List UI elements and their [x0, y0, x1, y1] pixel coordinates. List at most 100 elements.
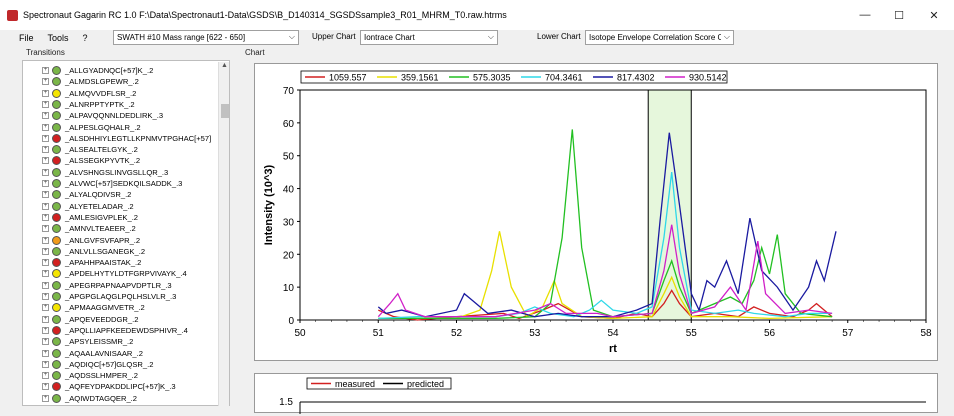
expand-icon[interactable]: + — [42, 67, 49, 74]
tree-item[interactable]: + _ALYETELADAR_.2 — [23, 201, 134, 212]
minimize-button[interactable]: — — [848, 0, 882, 30]
tree-item[interactable]: + _ALVWC[+57]SEDKQILSADDK_.3 — [23, 178, 182, 189]
tree-item[interactable]: + _AQIWDTAGQER_.2 — [23, 393, 137, 404]
tree-scrollbar[interactable]: ▲ — [218, 62, 229, 406]
transitions-tree[interactable]: + _ALLGYADNQC[+57]K_.2 + _ALMDSLGPEWR_.2 + _A… — [22, 60, 230, 406]
x-tick-label: 52 — [451, 328, 463, 339]
expand-icon[interactable]: + — [42, 349, 49, 357]
tree-item[interactable]: + _AQAALAVNISAAR_.2 — [23, 348, 143, 359]
upper-chart-select[interactable]: Iontrace Chart ⌵ — [360, 30, 498, 45]
tree-item[interactable]: + _ALPESLGQHALR_.2 — [23, 122, 141, 133]
tree-item[interactable]: + _ANLVLLSGANEGK_.2 — [23, 246, 145, 257]
status-dot-icon — [52, 133, 61, 143]
tree-item[interactable]: + _AQFEYDPAKDDLIPC[+57]K_.3 — [23, 381, 176, 392]
expand-icon[interactable]: + — [42, 134, 49, 142]
expand-icon[interactable]: + — [42, 315, 49, 323]
swath-select-value: SWATH #10 Mass range [622 - 650] — [117, 33, 246, 42]
status-dot-icon — [52, 371, 61, 381]
menu-file[interactable]: File — [19, 33, 34, 43]
tree-item-label: _APEGRPAPNAAPVDPTLR_.3 — [65, 280, 172, 290]
maximize-button[interactable]: ☐ — [882, 0, 916, 30]
expand-icon[interactable]: + — [42, 146, 49, 154]
status-dot-icon — [52, 359, 61, 369]
tree-item[interactable]: + _APDELHYTYLDTFGRPVIVAYK_.4 — [23, 268, 187, 279]
status-dot-icon — [52, 190, 61, 200]
x-tick-label: 56 — [764, 328, 776, 339]
y-tick-label: 50 — [283, 152, 295, 163]
expand-icon[interactable]: + — [42, 360, 49, 368]
legend-label: 930.5142 — [689, 73, 727, 83]
x-tick-label: 58 — [920, 328, 932, 339]
expand-icon[interactable]: + — [42, 270, 49, 278]
lower-legend: measured predicted — [306, 377, 452, 390]
expand-icon[interactable]: + — [42, 225, 49, 233]
lower-chart-select[interactable]: Isotope Envelope Correlation Score Ch ⌵ — [585, 30, 734, 45]
expand-icon[interactable]: + — [42, 191, 49, 199]
expand-icon[interactable]: + — [42, 293, 49, 300]
tree-item[interactable]: + _APEGRPAPNAAPVDPTLR_.3 — [23, 280, 172, 291]
menu-help[interactable]: ? — [83, 33, 88, 43]
scroll-up-icon[interactable]: ▲ — [219, 62, 230, 73]
expand-icon[interactable]: + — [42, 213, 49, 221]
tree-item[interactable]: + _AMLESIGVPLEK_.2 — [23, 212, 138, 223]
tree-item[interactable]: + _ALMQVVDFLSR_.2 — [23, 88, 136, 99]
expand-icon[interactable]: + — [42, 383, 49, 391]
tree-item-label: _ALYETELADAR_.2 — [65, 201, 134, 211]
tree-item[interactable]: + _ALNRPPTYPTK_.2 — [23, 99, 135, 110]
status-dot-icon — [52, 280, 61, 290]
tree-item[interactable]: + _ALVSHNGSLINVGSLLQR_.3 — [23, 167, 168, 178]
expand-icon[interactable]: + — [42, 394, 49, 402]
tree-item[interactable]: + _APQEVEEDDGR_.2 — [23, 314, 138, 325]
chart-area: 0 10 20 30 40 50 60 70 50 51 52 53 54 55 56 57 58 rt Inten… — [244, 58, 941, 414]
tree-item[interactable]: + _APSYLEISSMR_.2 — [23, 336, 133, 347]
menu-tools[interactable]: Tools — [48, 33, 69, 43]
tree-item[interactable]: + _ALYALQDIVSR_.2 — [23, 189, 131, 200]
tree-item-label: _AQDIQC[+57]GLQSR_.2 — [65, 359, 154, 369]
expand-icon[interactable]: + — [42, 304, 49, 312]
tree-item[interactable]: + _AQDSSLHMPER_.2 — [23, 370, 138, 381]
expand-icon[interactable]: + — [42, 326, 49, 334]
expand-icon[interactable]: + — [42, 168, 49, 176]
y-tick-label: 20 — [283, 250, 295, 261]
status-dot-icon — [52, 201, 61, 211]
tree-item[interactable]: + _APQLLIAPFKEEDEWDSPHIVR_.4 — [23, 325, 188, 336]
upper-chart-label: Upper Chart — [312, 32, 356, 41]
expand-icon[interactable]: + — [42, 100, 49, 108]
tree-item[interactable]: + _ALLGYADNQC[+57]K_.2 — [23, 65, 153, 76]
status-dot-icon — [52, 122, 61, 132]
tree-item[interactable]: + _APMAAGGMVETR_.2 — [23, 302, 145, 313]
tree-item[interactable]: + _ALSSEGKPYVTK_.2 — [23, 155, 140, 166]
tree-item-label: _APMAAGGMVETR_.2 — [65, 303, 145, 313]
iontrace-chart: 0 10 20 30 40 50 60 70 50 51 52 53 54 55 56 57 58 rt Inten… — [263, 70, 932, 355]
tree-item[interactable]: + _ANLGVFSVFAPR_.2 — [23, 235, 140, 246]
expand-icon[interactable]: + — [42, 180, 49, 187]
tree-item[interactable]: + _ALSDHHIYLEGTLLKPNMVTPGHAC[+57] — [23, 133, 211, 144]
scroll-thumb[interactable] — [221, 104, 229, 118]
expand-icon[interactable]: + — [42, 247, 49, 255]
tree-item[interactable]: + _ALPAVQQNNLDEDLIRK_.3 — [23, 110, 163, 121]
expand-icon[interactable]: + — [42, 123, 49, 131]
tree-item-label: _ALLGYADNQC[+57]K_.2 — [65, 66, 154, 75]
tree-item-label: _APSYLEISSMR_.2 — [65, 337, 134, 347]
expand-icon[interactable]: + — [42, 281, 49, 289]
tree-item[interactable]: + _ALMDSLGPEWR_.2 — [23, 76, 139, 87]
swath-select[interactable]: SWATH #10 Mass range [622 - 650] ⌵ — [113, 30, 299, 45]
lower-chart-label: Lower Chart — [537, 32, 581, 41]
expand-icon[interactable]: + — [42, 259, 49, 267]
tree-item[interactable]: + _AMNVLTEAEER_.2 — [23, 223, 136, 234]
expand-icon[interactable]: + — [42, 202, 49, 210]
expand-icon[interactable]: + — [42, 157, 49, 165]
tree-item[interactable]: + _APGPGLAQGLPQLHSLVLR_.3 — [23, 291, 176, 302]
tree-item-label: _ALNRPPTYPTK_.2 — [65, 99, 135, 109]
expand-icon[interactable]: + — [42, 112, 49, 120]
tree-item[interactable]: + _AQDIQC[+57]GLQSR_.2 — [23, 359, 153, 370]
status-dot-icon — [52, 292, 61, 301]
close-button[interactable]: ✕ — [917, 0, 951, 30]
expand-icon[interactable]: + — [42, 236, 49, 244]
tree-item[interactable]: + _ALSEALTELGYK_.2 — [23, 144, 138, 155]
expand-icon[interactable]: + — [42, 372, 49, 380]
tree-item[interactable]: + _APAHHPAAISTAK_.2 — [23, 257, 141, 268]
expand-icon[interactable]: + — [42, 89, 49, 97]
expand-icon[interactable]: + — [42, 338, 49, 346]
expand-icon[interactable]: + — [42, 78, 49, 86]
